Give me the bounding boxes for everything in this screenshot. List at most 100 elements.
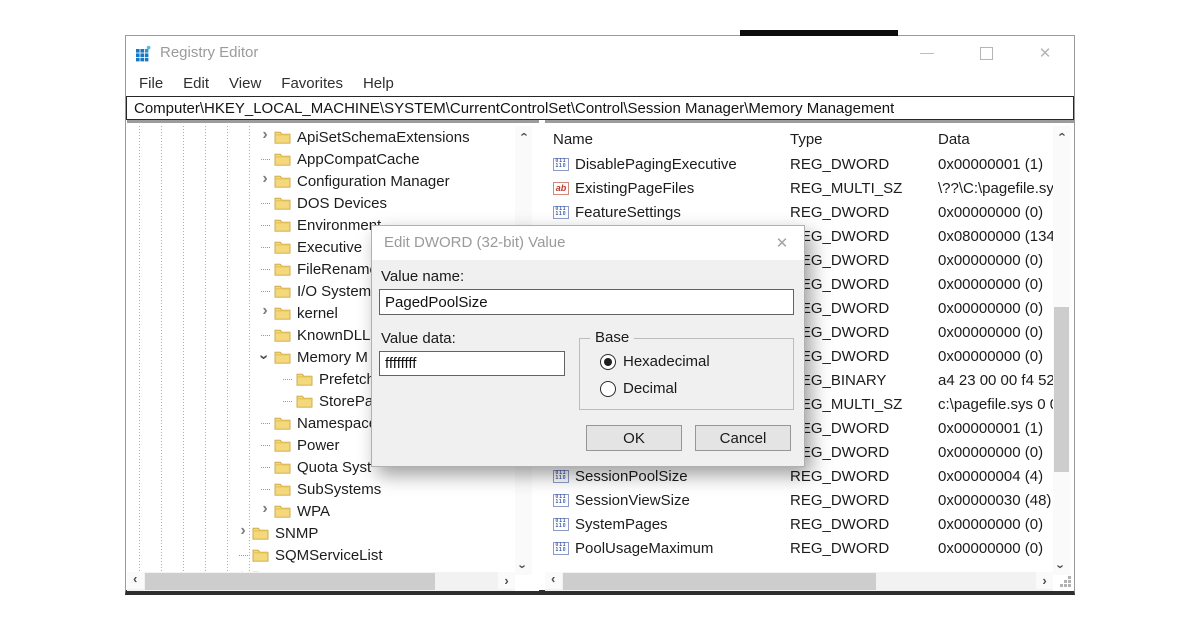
value-data: 0x00000000 (0) — [938, 204, 1053, 221]
tree-connector — [257, 151, 273, 167]
tree-connector — [257, 415, 273, 431]
value-data-input[interactable] — [379, 351, 565, 376]
scroll-up-icon[interactable] — [1053, 126, 1070, 143]
address-bar[interactable]: Computer\HKEY_LOCAL_MACHINE\SYSTEM\Curre… — [126, 96, 1074, 120]
tree-item-appcompatcache[interactable]: AppCompatCache — [127, 148, 515, 170]
column-header-type[interactable]: Type — [790, 131, 938, 148]
scroll-left-icon[interactable] — [127, 572, 144, 589]
tree-item-label: Executive — [295, 239, 362, 256]
tree-item-apisetschemaextensions[interactable]: ApiSetSchemaExtensions — [127, 126, 515, 148]
close-button[interactable] — [1034, 42, 1056, 64]
resize-grip[interactable] — [1059, 575, 1071, 587]
cancel-button[interactable]: Cancel — [695, 425, 791, 451]
value-name: ExistingPageFiles — [575, 180, 790, 197]
tree-item-label: DOS Devices — [295, 195, 387, 212]
list-hscroll-thumb[interactable] — [563, 573, 876, 590]
folder-icon — [252, 526, 269, 540]
window-title: Registry Editor — [160, 44, 258, 61]
value-type: REG_DWORD — [790, 204, 938, 221]
base-groupbox: Base Hexadecimal Decimal — [579, 338, 794, 410]
radio-button-icon[interactable] — [600, 381, 616, 397]
tree-item-configuration-manager[interactable]: Configuration Manager — [127, 170, 515, 192]
value-row-poolusagemaximum[interactable]: 011110PoolUsageMaximumREG_DWORD0x0000000… — [545, 536, 1053, 560]
tree-connector — [235, 547, 251, 563]
expand-icon[interactable] — [257, 305, 273, 321]
maximize-button[interactable] — [975, 42, 997, 64]
tree-item-dos-devices[interactable]: DOS Devices — [127, 192, 515, 214]
tree-item-snmp[interactable]: SNMP — [127, 522, 515, 544]
value-row-existingpagefiles[interactable]: abExistingPageFilesREG_MULTI_SZ\??\C:\pa… — [545, 176, 1053, 200]
folder-icon — [296, 372, 313, 386]
tree-item-label: Namespace — [295, 415, 377, 432]
value-data-label: Value data: — [381, 330, 456, 347]
value-row-sessionpoolsize[interactable]: 011110SessionPoolSizeREG_DWORD0x00000004… — [545, 464, 1053, 488]
scroll-down-icon[interactable] — [515, 558, 532, 575]
expand-icon[interactable] — [257, 503, 273, 519]
value-name-input[interactable] — [379, 289, 794, 315]
value-data: 0x00000004 (4) — [938, 468, 1053, 485]
radio-button-icon[interactable] — [600, 354, 616, 370]
tree-item-sqmservicelist[interactable]: SQMServiceList — [127, 544, 515, 566]
tree-item-label: Prefetch — [317, 371, 375, 388]
tree-connector — [257, 261, 273, 277]
hexadecimal-radio-option[interactable]: Hexadecimal — [600, 353, 710, 370]
column-header-data[interactable]: Data — [938, 131, 1053, 148]
tree-connector — [279, 393, 295, 409]
edit-dword-dialog: Edit DWORD (32-bit) Value Value name: Va… — [371, 225, 805, 467]
value-row-systempages[interactable]: 011110SystemPagesREG_DWORD0x00000000 (0) — [545, 512, 1053, 536]
tree-item-wpa[interactable]: WPA — [127, 500, 515, 522]
minimize-button[interactable] — [916, 42, 938, 64]
registry-path: Computer\HKEY_LOCAL_MACHINE\SYSTEM\Curre… — [127, 100, 894, 117]
base-groupbox-label: Base — [590, 329, 634, 346]
dword-value-icon: 011110 — [553, 542, 569, 555]
folder-icon — [274, 284, 291, 298]
value-row-sessionviewsize[interactable]: 011110SessionViewSizeREG_DWORD0x00000030… — [545, 488, 1053, 512]
menu-file[interactable]: File — [129, 75, 173, 92]
value-type: REG_DWORD — [790, 324, 938, 341]
scroll-right-icon[interactable] — [1036, 572, 1053, 589]
scroll-up-icon[interactable] — [515, 126, 532, 143]
minimize-icon — [920, 44, 934, 62]
expand-icon[interactable] — [257, 173, 273, 189]
close-icon — [1039, 44, 1052, 63]
folder-icon — [274, 174, 291, 188]
scroll-down-icon[interactable] — [1053, 558, 1070, 575]
menu-view[interactable]: View — [219, 75, 271, 92]
menu-help[interactable]: Help — [353, 75, 404, 92]
value-row-disablepagingexecutive[interactable]: 011110DisablePagingExecutiveREG_DWORD0x0… — [545, 152, 1053, 176]
tree-item-label: SubSystems — [295, 481, 381, 498]
tree-item-label: FileRename — [295, 261, 378, 278]
list-horizontal-scrollbar[interactable] — [545, 572, 1053, 591]
tree-item-label: WPA — [295, 503, 330, 520]
decimal-radio-option[interactable]: Decimal — [600, 380, 677, 397]
tree-horizontal-scrollbar[interactable] — [127, 572, 515, 591]
value-name: FeatureSettings — [575, 204, 790, 221]
tree-item-label: Quota Syst — [295, 459, 371, 476]
close-icon — [776, 234, 789, 253]
value-type: REG_DWORD — [790, 420, 938, 437]
menu-edit[interactable]: Edit — [173, 75, 219, 92]
tree-item-subsystems[interactable]: SubSystems — [127, 478, 515, 500]
scroll-left-icon[interactable] — [545, 572, 562, 589]
value-data: c:\pagefile.sys 0 0 — [938, 396, 1053, 413]
value-type: REG_DWORD — [790, 252, 938, 269]
list-vertical-scrollbar[interactable] — [1053, 126, 1070, 575]
scroll-right-icon[interactable] — [498, 572, 515, 589]
folder-icon — [274, 416, 291, 430]
expand-icon[interactable] — [235, 525, 251, 541]
value-row-featuresettings[interactable]: 011110 FeatureSettingsREG_DWORD0x00000000… — [545, 200, 1053, 224]
menu-bar: FileEditViewFavoritesHelp — [126, 70, 1074, 96]
value-data: 0x00000000 (0) — [938, 348, 1053, 365]
collapse-icon[interactable] — [257, 349, 273, 365]
expand-icon[interactable] — [257, 129, 273, 145]
value-type: REG_DWORD — [790, 348, 938, 365]
menu-favorites[interactable]: Favorites — [271, 75, 353, 92]
dialog-title-bar: Edit DWORD (32-bit) Value — [372, 226, 804, 260]
dialog-close-button[interactable] — [772, 233, 792, 253]
tree-hscroll-thumb[interactable] — [145, 573, 435, 590]
dword-value-icon: 011110 — [553, 206, 569, 219]
column-header-name[interactable]: Name — [553, 131, 790, 148]
ok-button[interactable]: OK — [586, 425, 682, 451]
value-data: 0x00000001 (1) — [938, 156, 1053, 173]
list-vscroll-thumb[interactable] — [1054, 307, 1069, 472]
